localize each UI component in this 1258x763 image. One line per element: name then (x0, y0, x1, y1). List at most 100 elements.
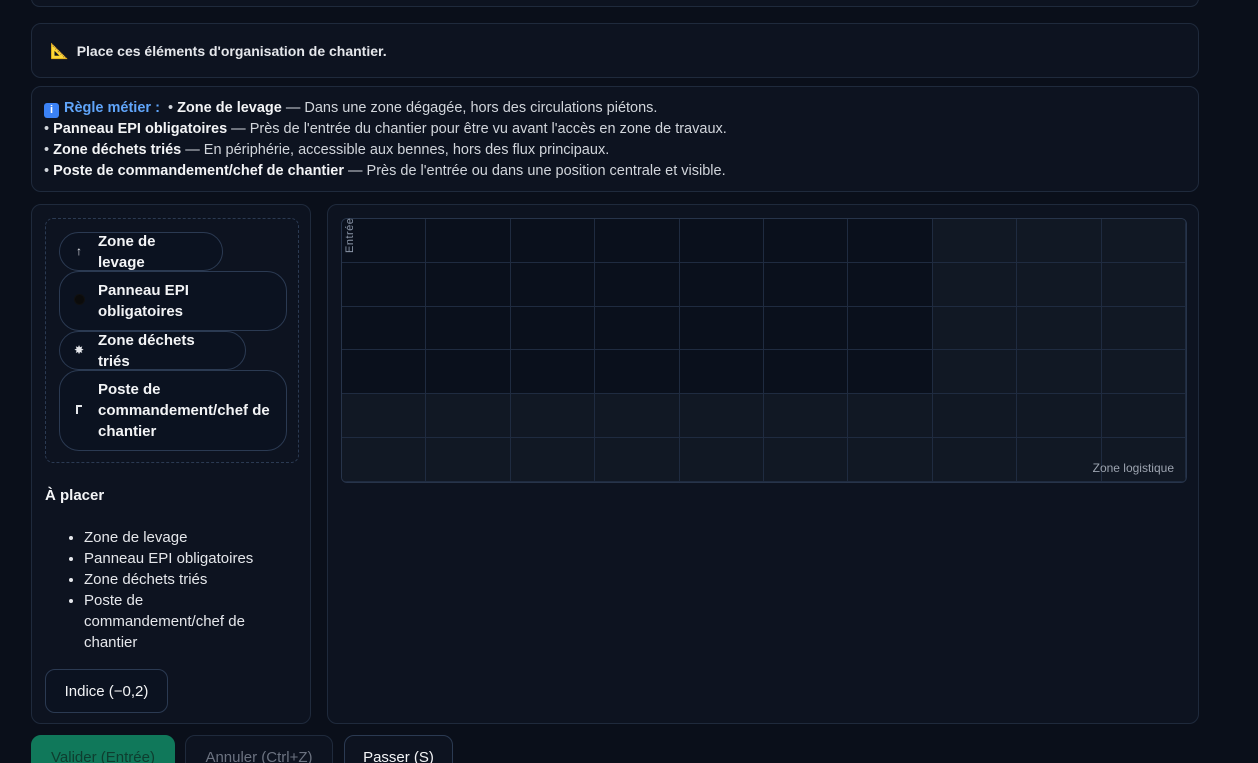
grid-cell[interactable] (595, 350, 680, 395)
grid-cell[interactable] (932, 350, 1018, 395)
grid-cell[interactable] (1017, 262, 1102, 307)
rule-line-2: • Panneau EPI obligatoires — Près de l'e… (44, 121, 727, 137)
grid-cell[interactable] (764, 394, 849, 439)
info-icon: i (44, 103, 59, 118)
grid-cell[interactable] (426, 306, 511, 351)
grid-cell[interactable] (426, 394, 511, 439)
grid-cell[interactable] (764, 219, 849, 263)
to-place-title: À placer (45, 487, 105, 504)
grid-cell[interactable] (1101, 394, 1186, 439)
grid-cell[interactable] (764, 306, 849, 351)
chip-label: Zone de levage (98, 232, 156, 271)
grid-cell[interactable] (1101, 219, 1186, 263)
grid-cell[interactable] (764, 262, 849, 307)
rule-item-text: — Près de l'entrée ou dans une position … (344, 163, 726, 179)
grid-cell[interactable] (679, 350, 764, 395)
element-palette: ↑ Zone de levage Panneau EPI obligatoire… (45, 218, 299, 463)
entry-label: Entrée (344, 217, 356, 253)
grid-cell[interactable] (510, 219, 596, 263)
grid-cell[interactable] (932, 306, 1018, 351)
grid-cell[interactable] (679, 306, 764, 351)
rule-line-3: • Zone déchets triés — En périphérie, ac… (44, 142, 610, 158)
grid-cell[interactable] (1017, 306, 1102, 351)
rule-line-1: i Règle métier : • Zone de levage — Dans … (44, 98, 1186, 119)
grid-cell[interactable] (848, 394, 933, 439)
arrow-up-icon: ↑ (76, 244, 82, 258)
grid-cell[interactable] (1017, 394, 1102, 439)
grid-cell[interactable] (595, 394, 680, 439)
grid-cell[interactable] (1017, 219, 1102, 263)
grid-cell[interactable] (932, 219, 1018, 263)
chip-zone-levage[interactable]: ↑ Zone de levage (59, 232, 223, 271)
grid-cell[interactable] (1101, 262, 1186, 307)
grid-cell[interactable] (679, 262, 764, 307)
grid-cell[interactable] (848, 219, 933, 263)
grid-cell[interactable] (510, 350, 596, 395)
list-item: Zone de levage (84, 527, 284, 548)
grid-cell[interactable] (510, 438, 596, 482)
hint-button[interactable]: Indice (−0,2) (45, 669, 168, 713)
triangle-ruler-icon: 📐 (50, 42, 69, 60)
chip-zone-dechets[interactable]: ✸ Zone déchets triés (59, 331, 246, 370)
logistics-zone-label: Zone logistique (1092, 461, 1174, 475)
grid-cell[interactable] (764, 438, 849, 482)
grid-cell[interactable] (932, 394, 1018, 439)
chip-poste-commandement[interactable]: Poste de commandement/chef de chantier (59, 370, 287, 451)
rule-line-4: • Poste de commandement/chef de chantier… (44, 163, 726, 179)
grid-cell[interactable] (1101, 350, 1186, 395)
grid-cell[interactable] (510, 262, 596, 307)
grid-cell[interactable] (595, 306, 680, 351)
skip-button[interactable]: Passer (S) (344, 735, 453, 763)
grid-cell[interactable] (510, 306, 596, 351)
grid-cell[interactable] (1017, 350, 1102, 395)
circle-icon (60, 291, 98, 312)
grid-cell[interactable] (342, 262, 427, 307)
grid-cell[interactable] (426, 219, 511, 263)
grid-cell[interactable] (764, 350, 849, 395)
grid-cell[interactable] (679, 394, 764, 439)
grid-cell[interactable] (342, 306, 427, 351)
grid-cell[interactable] (848, 262, 933, 307)
site-grid[interactable] (341, 218, 1187, 483)
grid-cell[interactable] (595, 262, 680, 307)
grid-cell[interactable] (595, 438, 680, 482)
grid-cell[interactable] (932, 262, 1018, 307)
previous-panel (31, 0, 1199, 7)
grid-cell[interactable] (426, 262, 511, 307)
star-icon: ✸ (73, 343, 85, 357)
rule-item-name: Zone déchets triés (53, 142, 182, 158)
list-item: Poste de commandement/chef de chantier (84, 590, 284, 653)
grid-cell[interactable] (510, 394, 596, 439)
chip-panneau-epi[interactable]: Panneau EPI obligatoires (59, 271, 287, 331)
cancel-button[interactable]: Annuler (Ctrl+Z) (185, 735, 333, 763)
grid-cell[interactable] (426, 438, 511, 482)
site-plan-panel: Entrée Zone logistique (327, 204, 1199, 724)
grid-cell[interactable] (679, 438, 764, 482)
validate-button[interactable]: Valider (Entrée) (31, 735, 175, 763)
grid-cell[interactable] (342, 350, 427, 395)
grid-cell[interactable] (848, 306, 933, 351)
rule-item-name: Poste de commandement/chef de chantier (53, 163, 344, 179)
grid-cell[interactable] (679, 219, 764, 263)
business-rule-panel: i Règle métier : • Zone de levage — Dans … (31, 86, 1199, 192)
prompt-banner: 📐 Place ces éléments d'organisation de c… (31, 23, 1199, 78)
rule-item-text: — En périphérie, accessible aux bennes, … (181, 142, 610, 158)
grid-cell[interactable] (1017, 438, 1102, 482)
grid-cell[interactable] (1101, 306, 1186, 351)
rule-item-name: Zone de levage (177, 100, 282, 116)
chip-label: Panneau EPI obligatoires (98, 282, 189, 320)
rule-item-text: — Près de l'entrée du chantier pour être… (227, 121, 727, 137)
rule-item-name: Panneau EPI obligatoires (53, 121, 228, 137)
chip-label: Zone déchets triés (98, 331, 195, 370)
grid-cell[interactable] (426, 350, 511, 395)
list-item: Panneau EPI obligatoires (84, 548, 284, 569)
elements-panel: ↑ Zone de levage Panneau EPI obligatoire… (31, 204, 311, 724)
list-item: Zone déchets triés (84, 569, 284, 590)
grid-cell[interactable] (848, 438, 933, 482)
grid-cell[interactable] (342, 438, 427, 482)
grid-cell[interactable] (595, 219, 680, 263)
grid-cell[interactable] (932, 438, 1018, 482)
grid-cell[interactable] (342, 394, 427, 439)
rule-title: Règle métier : (64, 100, 160, 116)
grid-cell[interactable] (848, 350, 933, 395)
